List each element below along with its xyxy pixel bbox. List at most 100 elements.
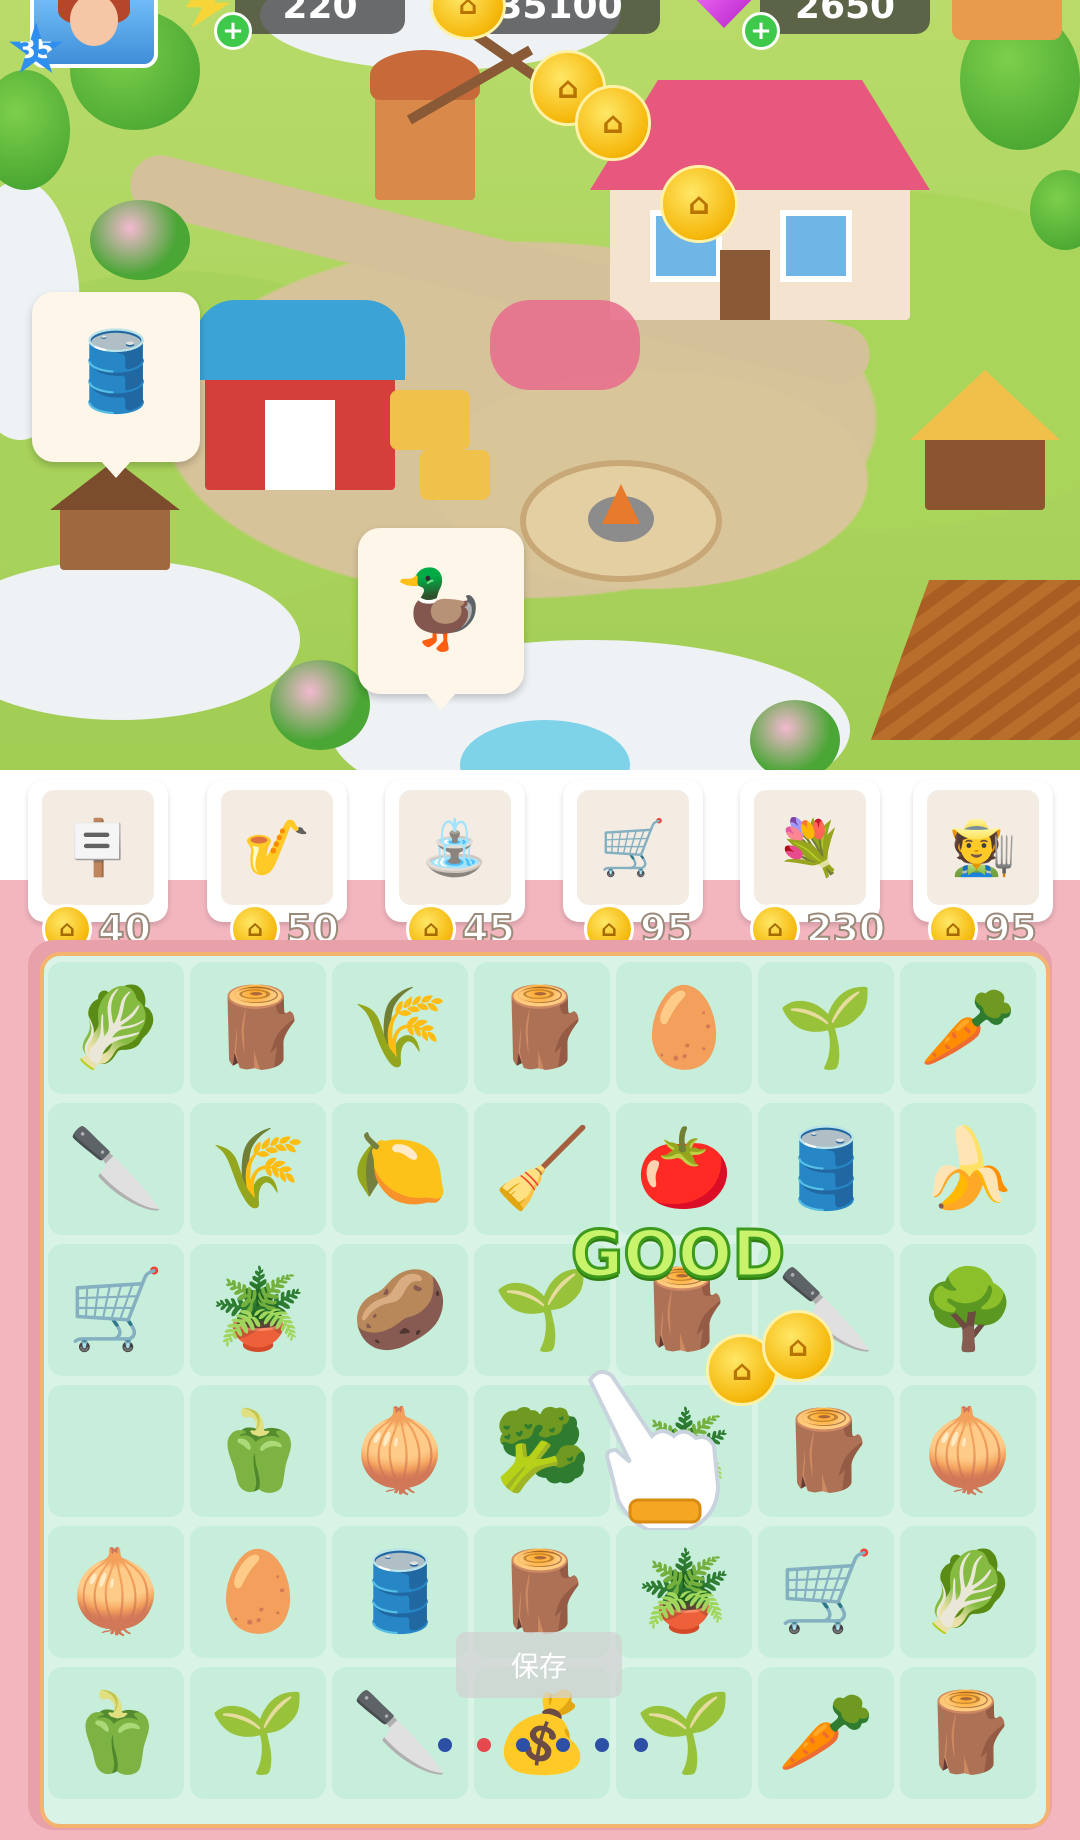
tree [750,700,840,780]
add-gems-button[interactable]: + [742,12,780,50]
bell-pepper-icon: 🫑 [209,1406,307,1496]
grain-sack-icon: 🌾 [351,983,449,1073]
shop-item-hay-cart[interactable]: 🛒 [563,780,703,922]
board-cell[interactable]: 🪴 [616,1526,752,1658]
player-avatar[interactable] [30,0,158,68]
sickle-icon: 🔪 [351,1688,449,1778]
board-cell[interactable]: 🍅 [616,1103,752,1235]
sickle-icon: 🔪 [67,1124,165,1214]
board-cell[interactable]: 🌾 [332,962,468,1094]
board-cell[interactable]: 🧹 [474,1103,610,1235]
board-cell[interactable]: 🛢️ [332,1526,468,1658]
farm-scene[interactable]: ⌂ ⌂ ⌂ 🛢️ 🦆 [0,0,1080,840]
energy-counter[interactable]: 220 [235,0,405,34]
page-dot[interactable] [438,1738,452,1752]
windmill[interactable] [360,0,551,200]
page-dot[interactable] [594,1738,609,1752]
board-cell[interactable]: 🪴 [190,1244,326,1376]
board-cell[interactable]: 🍌 [900,1103,1036,1235]
board-cell[interactable]: 🥕 [758,1667,894,1799]
board-cell[interactable]: 🥚 [616,962,752,1094]
page-dot[interactable] [555,1738,570,1752]
board-cell[interactable]: 🪵 [900,1667,1036,1799]
fire-pit[interactable] [520,460,722,582]
build-bubble-workshop[interactable]: 🛢️ [32,292,200,478]
wheelbarrow-icon: 🛒 [777,1547,875,1637]
board-cell[interactable]: 🥬 [48,962,184,1094]
board-cell[interactable]: 🫑 [48,1667,184,1799]
board-cell[interactable]: 🛒 [48,1244,184,1376]
add-energy-button[interactable]: + [214,12,252,50]
grain-sack-icon: 🌾 [209,1124,307,1214]
house-coin-icon[interactable]: ⌂ [575,85,651,161]
board-cell[interactable]: 🫑 [190,1385,326,1517]
gem-counter[interactable]: 2650 [760,0,930,34]
board-cell[interactable]: 🥔 [332,1244,468,1376]
board-cell[interactable]: 🧅 [48,1526,184,1658]
trowel-icon: 🧹 [493,1124,591,1214]
board-cell[interactable]: 🧅 [900,1385,1036,1517]
board-cell[interactable]: 🪵 [190,962,326,1094]
house-coin-icon: ⌂ [762,1310,834,1382]
patio-furniture[interactable] [490,300,640,390]
board-cell[interactable]: 🔪 [48,1103,184,1235]
onion-icon: 🧅 [351,1406,449,1496]
wheelbarrow-icon: 🛒 [67,1265,165,1355]
tutorial-hand-icon [587,1369,720,1530]
board-cell[interactable]: 🧅 [332,1385,468,1517]
board-cell[interactable]: 🌱 [190,1667,326,1799]
farmhouse[interactable] [590,40,950,340]
save-button[interactable]: 保存 [456,1632,622,1698]
egg-tray-icon: 🥚 [635,983,733,1073]
board-cell[interactable]: 🌾 [190,1103,326,1235]
board-cell[interactable]: 🔪 [332,1667,468,1799]
scarecrow-icon: 🧑‍🌾 [927,790,1039,905]
hay-bale [420,450,490,500]
page-dot-active[interactable] [477,1738,492,1752]
shop-item-gramophone[interactable]: 🎷 [207,780,347,922]
tree [1030,170,1080,250]
board-cell[interactable]: 🍋 [332,1103,468,1235]
seed-bag-icon: 💰 [493,1688,591,1778]
build-bubble-pond[interactable]: 🦆 [358,528,524,710]
sapling-icon: 🌳 [919,1265,1017,1355]
carrot-icon: 🥕 [919,983,1017,1073]
signpost-icon: 🪧 [42,790,154,905]
page-dot[interactable] [633,1738,648,1752]
barrel-icon: 🛢️ [351,1547,449,1637]
shop-item-wishing-well[interactable]: ⛲ [385,780,525,922]
house-coin-icon[interactable]: ⌂ [660,165,738,243]
board-cell[interactable]: 🌱 [758,962,894,1094]
shop-item-scarecrow[interactable]: 🧑‍🌾 [913,780,1053,922]
lemon-icon: 🍋 [351,1124,449,1214]
wood-slices-icon: 🪵 [919,1688,1017,1778]
flower-bush [90,200,190,280]
red-barn[interactable] [195,290,405,500]
board-cell[interactable]: 🛢️ [758,1103,894,1235]
board-cell[interactable] [48,1385,184,1517]
shop-chest-icon[interactable] [952,0,1062,40]
log-pile-icon: 🪵 [493,1547,591,1637]
page-dot[interactable] [516,1738,531,1752]
good-popup: GOOD [569,1217,786,1294]
seedling-planter-icon: 🌱 [777,983,875,1073]
board-cell[interactable]: 🪵 [474,962,610,1094]
board-cell[interactable]: 🌱 [616,1667,752,1799]
board-cell[interactable]: 🌳 [900,1244,1036,1376]
tree [270,660,370,750]
carrot-icon: 🥕 [777,1688,875,1778]
flower-barrel-icon: 💐 [754,790,866,905]
potted-sprout-icon: 🪴 [635,1547,733,1637]
gramophone-icon: 🎷 [221,790,333,905]
board-cell[interactable]: 🥬 [900,1526,1036,1658]
shop-item-signpost[interactable]: 🪧 [28,780,168,922]
board-cell[interactable]: 🥕 [900,962,1036,1094]
board-cell[interactable]: 🛒 [758,1526,894,1658]
sprout-icon: 🌱 [635,1688,733,1778]
crop-field[interactable] [870,580,1080,740]
board-cell[interactable]: 🥚 [190,1526,326,1658]
thatched-hut[interactable] [910,370,1060,510]
board-cell[interactable]: 🪵 [758,1385,894,1517]
wood-slices-icon: 🪵 [777,1406,875,1496]
shop-item-flower-barrel[interactable]: 💐 [740,780,880,922]
